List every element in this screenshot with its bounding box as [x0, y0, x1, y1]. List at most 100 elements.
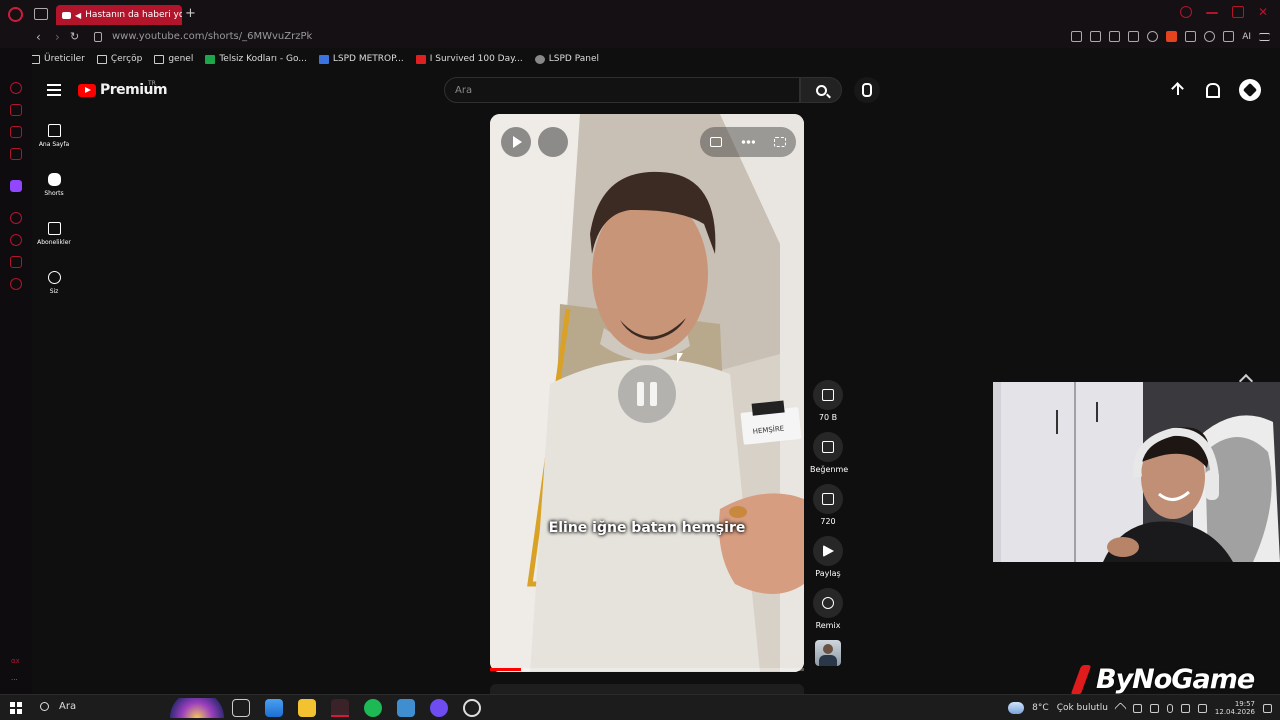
monitor-icon[interactable] [1180, 703, 1190, 713]
bookmark-item[interactable]: LSPD METROP... [318, 54, 404, 64]
taskbar-apps [232, 699, 481, 717]
spotify-icon[interactable] [364, 699, 382, 717]
pause-overlay-icon[interactable] [618, 365, 676, 423]
aria-icon[interactable] [10, 82, 22, 94]
comment-button[interactable]: 720 [810, 484, 846, 526]
taskbar-search[interactable]: Ara [40, 701, 76, 712]
bookmark-item[interactable]: Çerçöp [96, 54, 142, 64]
history-icon[interactable] [10, 234, 22, 246]
captions-icon[interactable] [709, 137, 722, 147]
next-short-preview[interactable] [490, 684, 804, 694]
weather-temperature: 8°C [1032, 703, 1049, 713]
maximize-icon[interactable] [1232, 6, 1244, 18]
nav-item-shorts[interactable]: Shorts [32, 173, 76, 197]
chevron-up-icon[interactable] [1114, 701, 1127, 715]
discord-icon[interactable] [430, 699, 448, 717]
opera-gx-icon[interactable] [331, 699, 349, 717]
search-button[interactable] [800, 77, 842, 103]
bag-icon[interactable] [10, 104, 22, 116]
system-tray: 8°C Çok bulutlu 19:57 12.04.2026 [1008, 700, 1272, 716]
like-icon [822, 389, 834, 401]
notifications-icon[interactable] [1263, 703, 1272, 713]
download-icon[interactable] [1223, 31, 1235, 42]
active-tab[interactable]: ◀ Hastanın da haberi yok [56, 5, 182, 25]
bookmark-label: LSPD METROP... [332, 54, 404, 64]
play-extension-icon[interactable] [1128, 31, 1140, 42]
more-options-icon[interactable] [740, 140, 755, 144]
share-button[interactable]: Paylaş [810, 536, 846, 578]
network-icon[interactable] [1149, 703, 1159, 713]
nav-item-you[interactable]: Siz [32, 271, 76, 295]
menu-button[interactable] [47, 84, 61, 96]
reload-button[interactable]: ↻ [70, 30, 79, 43]
menu-icon[interactable] [1259, 32, 1270, 41]
tray-app-icon[interactable] [1132, 703, 1142, 713]
nav-item-subscriptions[interactable]: Abonelikler [32, 222, 76, 246]
profile-icon[interactable] [1204, 31, 1216, 42]
forward-button[interactable]: › [55, 30, 60, 44]
windows-start-icon[interactable] [10, 702, 22, 714]
minimize-icon[interactable] [1206, 12, 1218, 14]
search-input[interactable]: Ara [444, 77, 800, 103]
shield-icon[interactable] [1109, 31, 1121, 42]
extension-fox-icon[interactable] [1166, 31, 1178, 42]
like-button[interactable]: 70 B [810, 380, 846, 422]
video-progress-bar[interactable] [490, 668, 804, 671]
volume-button[interactable] [538, 127, 568, 157]
twitch-icon[interactable] [10, 180, 22, 192]
bookmark-item[interactable]: genel [154, 54, 193, 64]
nav-label: Shorts [44, 190, 64, 197]
search-tabs-icon[interactable] [1180, 6, 1192, 18]
voice-search-button[interactable] [854, 77, 880, 103]
close-icon[interactable]: ✕ [1258, 6, 1270, 18]
clock[interactable]: 19:57 12.04.2026 [1215, 700, 1255, 716]
extensions-side-icon[interactable] [10, 256, 22, 268]
bookmark-item[interactable]: Üreticiler [30, 54, 85, 64]
url-input[interactable]: www.youtube.com/shorts/_6MWvuZrzPk [112, 31, 312, 42]
store-icon[interactable] [265, 699, 283, 717]
pin-icon[interactable] [1071, 31, 1083, 42]
avatar[interactable] [1239, 79, 1261, 101]
task-view-icon[interactable] [232, 699, 250, 717]
bookmark-label: Telsiz Kodları - Go... [219, 54, 307, 64]
channel-avatar[interactable] [815, 640, 841, 666]
chrome-icon[interactable] [463, 699, 481, 717]
messenger-icon[interactable] [10, 126, 22, 138]
new-tab-button[interactable]: + [185, 6, 196, 21]
tab-islands-icon[interactable] [34, 8, 48, 20]
player-icon[interactable] [10, 212, 22, 224]
ai-button[interactable]: AI [1242, 32, 1251, 42]
nav-item-home[interactable]: Ana Sayfa [32, 124, 76, 148]
puzzle-icon[interactable] [1185, 31, 1197, 42]
instagram-icon[interactable] [10, 148, 22, 160]
weather-icon[interactable] [1008, 702, 1025, 714]
notifications-icon[interactable] [1203, 82, 1220, 98]
microphone-icon[interactable] [1166, 703, 1173, 713]
bookmark-item[interactable]: I Survived 100 Day... [415, 54, 523, 64]
upload-icon[interactable] [1170, 82, 1186, 98]
webcam-frame [993, 382, 1280, 562]
bookmark-item[interactable]: Telsiz Kodları - Go... [205, 54, 307, 64]
lock-icon[interactable] [94, 32, 102, 42]
back-button[interactable]: ‹ [36, 30, 41, 44]
watermark-text: ByNoGame [1096, 664, 1255, 695]
home-icon [47, 124, 61, 137]
search-highlight-banner[interactable] [170, 698, 224, 718]
weather-description: Çok bulutlu [1056, 703, 1108, 713]
video-caption: Eline iğne batan hemşire [548, 520, 746, 536]
fullscreen-icon[interactable] [774, 137, 787, 147]
play-button[interactable] [501, 127, 531, 157]
snapshot-icon[interactable] [1090, 31, 1102, 42]
bookmark-item[interactable]: LSPD Panel [534, 54, 599, 64]
heart-icon[interactable] [1147, 31, 1159, 42]
file-explorer-icon[interactable] [298, 699, 316, 717]
remix-button[interactable]: Remix [810, 588, 846, 630]
settings-icon[interactable] [10, 278, 22, 290]
volume-icon[interactable] [1197, 703, 1207, 713]
opera-logo-icon[interactable] [8, 7, 23, 22]
clock-date: 12.04.2026 [1214, 708, 1255, 716]
more-icon[interactable]: ··· [11, 676, 18, 684]
app-tool-icon[interactable] [397, 699, 415, 717]
dislike-button[interactable]: Beğenme [810, 432, 848, 474]
ax-label[interactable]: αx [11, 657, 20, 665]
